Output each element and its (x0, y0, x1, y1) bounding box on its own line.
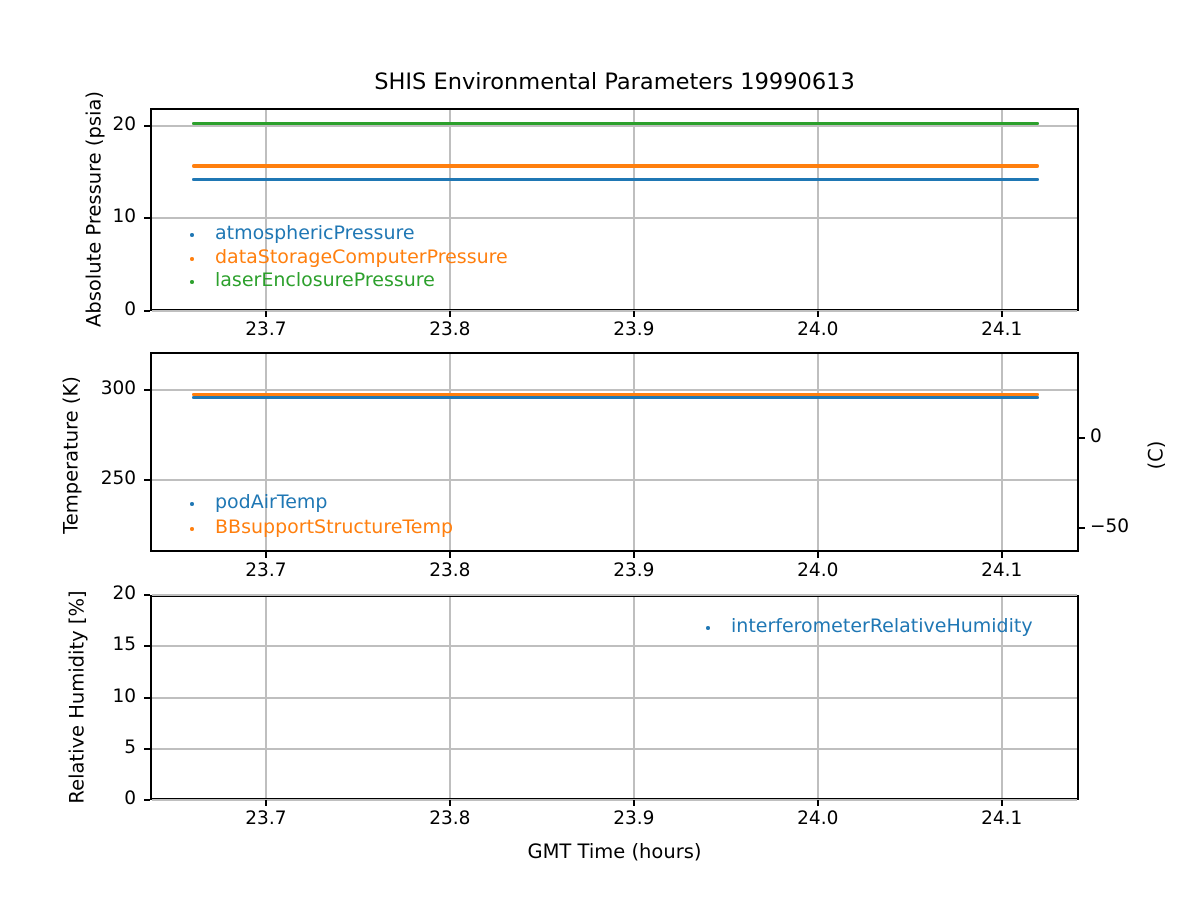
legend-label-BBsupportStructureTemp: BBsupportStructureTemp (215, 516, 454, 538)
y-tick-mark (144, 799, 150, 801)
x-gridline (1000, 109, 1003, 309)
y-tick-label: 5 (124, 736, 136, 758)
x-tick-label: 23.9 (613, 559, 655, 581)
x-gridline (632, 354, 635, 550)
x-tick-mark (448, 310, 451, 317)
legend-marker-podAirTemp (190, 502, 194, 506)
x-tick-label: 23.8 (429, 808, 471, 829)
x-tick-mark (632, 800, 635, 806)
y-gridline (152, 309, 1077, 312)
y-gridline (152, 594, 1077, 596)
x-tick-label: 23.7 (245, 318, 287, 340)
y-tick-mark (144, 124, 150, 127)
series-line-laserEnclosurePressure (192, 121, 1039, 125)
right-tick-mark (1079, 526, 1085, 529)
y-tick-mark (144, 389, 150, 392)
x-tick-mark (1000, 800, 1003, 806)
series-line-podAirTemp (192, 396, 1039, 400)
x-gridline (816, 354, 819, 550)
x-gridline (632, 109, 635, 309)
y-tick-mark (144, 309, 150, 312)
y-gridline (152, 696, 1077, 699)
right-tick-mark (1079, 437, 1085, 440)
legend-marker-atmosphericPressure (190, 233, 194, 237)
y-tick-mark (144, 696, 150, 699)
legend-label-dataStorageComputerPressure: dataStorageComputerPressure (215, 245, 508, 268)
x-tick-mark (264, 310, 267, 317)
x-tick-label: 24.0 (797, 559, 839, 581)
y-tick-label: 250 (100, 467, 136, 489)
x-tick-mark (448, 551, 451, 558)
x-gridline (816, 109, 819, 309)
x-tick-label: 24.1 (981, 559, 1023, 581)
legend-label-atmosphericPressure: atmosphericPressure (215, 222, 415, 244)
x-tick-label: 23.9 (613, 318, 655, 340)
series-line-dataStorageComputerPressure (192, 164, 1039, 168)
x-axis-label: GMT Time (hours) (527, 840, 702, 863)
x-tick-mark (264, 551, 267, 558)
y-gridline (152, 747, 1077, 750)
y-tick-mark (144, 217, 150, 220)
x-tick-mark (816, 551, 819, 558)
series-line-atmosphericPressure (192, 177, 1039, 182)
y-gridline (152, 478, 1077, 481)
legend-marker-interferometerRelativeHumidity (706, 626, 710, 630)
y-gridline (152, 389, 1077, 392)
legend-label-interferometerRelativeHumidity: interferometerRelativeHumidity (731, 615, 1033, 637)
y-tick-label: 20 (112, 583, 136, 604)
x-tick-mark (632, 310, 635, 317)
x-tick-mark (816, 310, 819, 317)
x-gridline (448, 109, 451, 309)
y-tick-label: 300 (100, 378, 136, 400)
x-tick-mark (264, 800, 267, 806)
y-tick-label: 10 (112, 206, 136, 228)
y-tick-mark (144, 645, 150, 648)
x-tick-label: 24.1 (981, 318, 1023, 340)
y-tick-label: 20 (112, 113, 136, 135)
y-tick-label: 0 (124, 298, 136, 320)
figure-canvas: SHIS Environmental Parameters 19990613 a… (0, 0, 1200, 900)
series-line-BBsupportStructureTemp (192, 392, 1039, 397)
y-tick-mark (144, 594, 150, 596)
y-gridline (152, 217, 1077, 220)
temperature-plot-area: podAirTemp BBsupportStructureTemp (150, 352, 1079, 552)
y-gridline (152, 124, 1077, 127)
y-tick-mark (144, 747, 150, 750)
x-tick-label: 23.8 (429, 559, 471, 581)
x-tick-mark (632, 551, 635, 558)
x-tick-mark (1000, 310, 1003, 317)
legend-marker-laserEnclosurePressure (190, 280, 194, 285)
y-tick-label: 15 (112, 634, 136, 656)
x-gridline (1000, 354, 1003, 550)
y-tick-mark (144, 478, 150, 481)
x-tick-label: 23.8 (429, 318, 471, 340)
humidity-plot-area: interferometerRelativeHumidity (150, 594, 1079, 801)
x-tick-label: 23.7 (245, 808, 287, 829)
figure-title: SHIS Environmental Parameters 19990613 (374, 69, 855, 95)
x-tick-label: 24.0 (797, 808, 839, 829)
y-tick-label: 10 (112, 685, 136, 707)
legend-label-podAirTemp: podAirTemp (215, 491, 328, 513)
y-gridline (152, 645, 1077, 648)
legend-marker-dataStorageComputerPressure (190, 256, 194, 261)
x-tick-label: 24.0 (797, 318, 839, 340)
y-gridline (152, 799, 1077, 801)
x-tick-mark (448, 800, 451, 806)
pressure-plot-area: atmosphericPressure dataStorageComputerPr… (150, 107, 1079, 312)
right-tick-label: 0 (1090, 426, 1102, 448)
temperature-y-axis-label: Temperature (K) (59, 376, 83, 534)
x-tick-label: 24.1 (981, 808, 1023, 829)
x-tick-mark (816, 800, 819, 806)
legend-marker-BBsupportStructureTemp (190, 527, 194, 531)
right-tick-label: −50 (1090, 515, 1130, 537)
x-tick-mark (1000, 551, 1003, 558)
x-tick-label: 23.7 (245, 559, 287, 581)
y-tick-label: 0 (124, 788, 136, 809)
legend-label-laserEnclosurePressure: laserEnclosurePressure (215, 269, 435, 292)
x-tick-label: 23.9 (613, 808, 655, 829)
